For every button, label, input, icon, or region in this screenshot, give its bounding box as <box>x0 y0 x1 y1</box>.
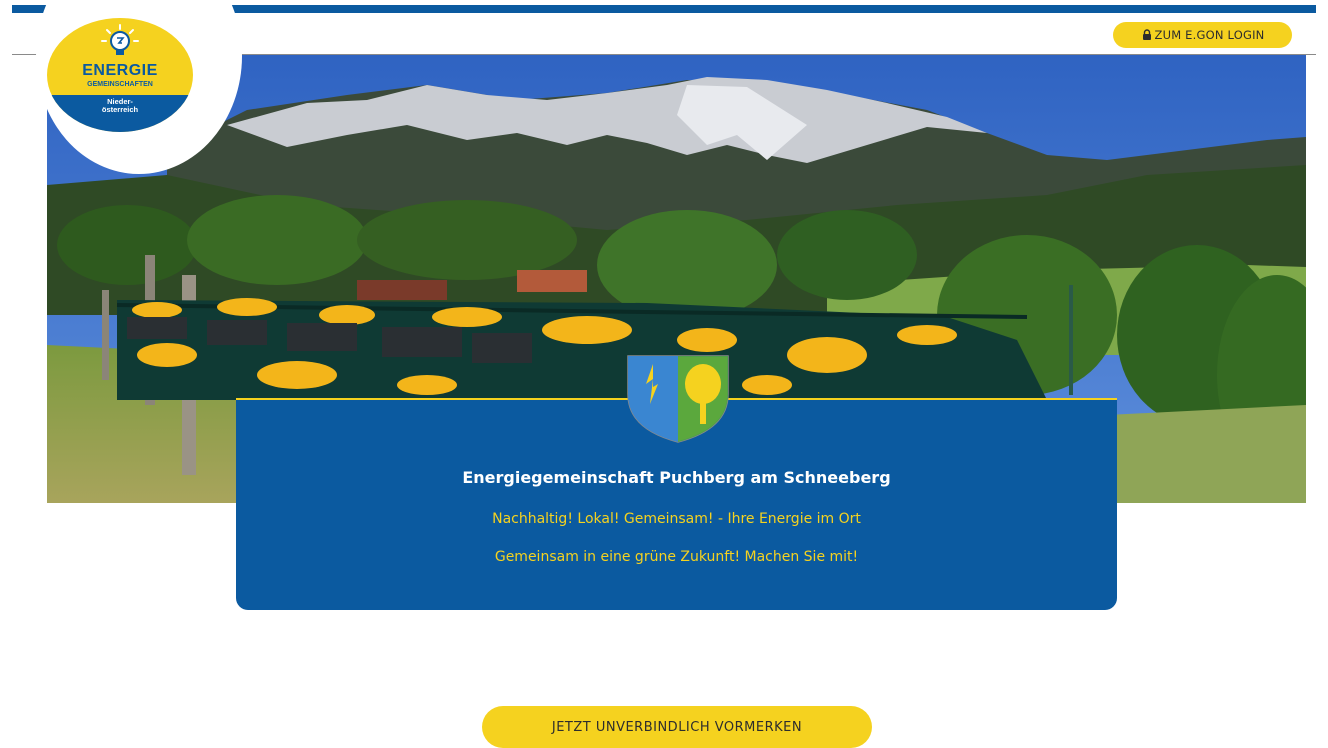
community-info-panel: Energiegemeinschaft Puchberg am Schneebe… <box>236 355 1117 610</box>
logo-subtitle: GEMEINSCHAFTEN <box>87 81 153 88</box>
register-interest-label: JETZT UNVERBINDLICH VORMERKEN <box>551 719 803 735</box>
community-call-to-action-text: Gemeinsam in eine grüne Zukunft! Machen … <box>494 549 859 565</box>
logo-title: ENERGIE <box>82 62 158 79</box>
egon-login-button[interactable]: ZUM E.GON LOGIN <box>1113 22 1292 48</box>
lock-icon <box>1141 29 1153 41</box>
logo-region: Nieder- österreich <box>47 95 193 132</box>
coat-of-arms-icon <box>626 354 730 448</box>
register-interest-button[interactable]: JETZT UNVERBINDLICH VORMERKEN <box>482 706 872 748</box>
energiegemeinschaften-logo[interactable]: ENERGIE GEMEINSCHAFTEN Nieder- österreic… <box>47 18 193 132</box>
community-tagline: Nachhaltig! Lokal! Gemeinsam! - Ihre Ene… <box>492 511 861 527</box>
community-title: Energiegemeinschaft Puchberg am Schneebe… <box>462 468 891 487</box>
lightbulb-icon <box>101 24 139 66</box>
egon-login-label: ZUM E.GON LOGIN <box>1154 28 1265 42</box>
